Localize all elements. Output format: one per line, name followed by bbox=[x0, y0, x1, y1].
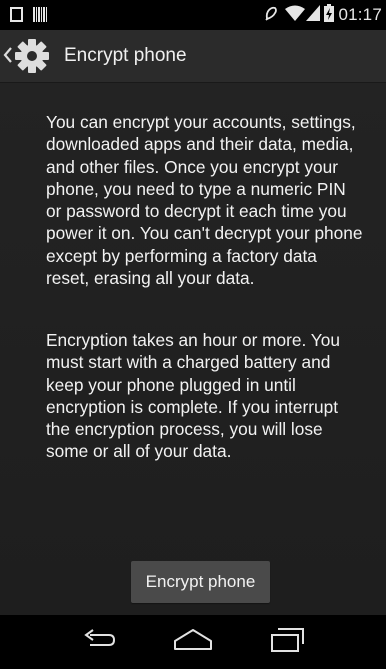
home-icon bbox=[173, 628, 213, 657]
home-button[interactable] bbox=[148, 615, 238, 669]
back-chevron-icon[interactable] bbox=[3, 46, 13, 69]
action-bar: Encrypt phone bbox=[0, 30, 386, 83]
wifi-icon bbox=[285, 5, 306, 26]
signal-icon bbox=[306, 4, 321, 26]
notification-square-icon bbox=[10, 7, 23, 27]
encrypt-phone-button[interactable]: Encrypt phone bbox=[131, 561, 270, 603]
status-time: 01:17 bbox=[338, 5, 382, 24]
alarm-icon bbox=[263, 4, 279, 27]
recent-apps-button[interactable] bbox=[242, 615, 332, 669]
navigation-bar bbox=[0, 615, 386, 669]
encrypt-description-panel: You can encrypt your accounts, settings,… bbox=[0, 83, 386, 615]
back-icon bbox=[82, 628, 116, 656]
encrypt-description-paragraph: You can encrypt your accounts, settings,… bbox=[46, 112, 363, 289]
encrypt-warning-paragraph: Encryption takes an hour or more. You mu… bbox=[46, 330, 340, 462]
settings-gear-icon[interactable] bbox=[13, 38, 51, 79]
barcode-icon bbox=[33, 7, 47, 27]
battery-charging-icon bbox=[324, 3, 335, 27]
status-bar: 01:17 bbox=[0, 0, 386, 30]
page-title: Encrypt phone bbox=[64, 45, 187, 66]
back-button[interactable] bbox=[54, 615, 144, 669]
status-icons: 01:17 bbox=[263, 3, 382, 27]
recent-apps-icon bbox=[270, 627, 304, 657]
